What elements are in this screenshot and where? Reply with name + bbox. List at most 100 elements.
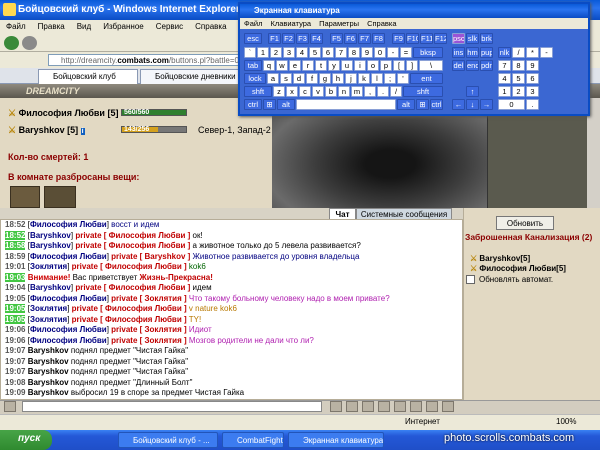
private-tag[interactable]: private [ Философия Любви ] [72, 315, 187, 324]
osk-key[interactable]: lock [244, 73, 266, 84]
osk-key[interactable]: m [351, 86, 363, 97]
osk-key[interactable]: 5 [512, 73, 525, 84]
item-thumb[interactable] [44, 186, 76, 208]
osk-key[interactable]: g [319, 73, 331, 84]
osk-key[interactable]: alt [397, 99, 415, 110]
osk-key[interactable]: e [289, 60, 301, 71]
osk-key[interactable]: d [293, 73, 305, 84]
osk-key[interactable]: ent [410, 73, 443, 84]
osk-key[interactable]: pdn [480, 60, 493, 71]
osk-key[interactable]: c [299, 86, 311, 97]
osk-key[interactable]: 1 [498, 86, 511, 97]
osk-key[interactable]: z [273, 86, 285, 97]
private-tag[interactable]: private [ Философия Любви ] [75, 231, 190, 240]
osk-key[interactable]: n [338, 86, 350, 97]
osk-key[interactable]: / [512, 47, 525, 58]
private-tag[interactable]: private [ Философия Любви ] [75, 283, 190, 292]
osk-menu-help[interactable]: Справка [367, 19, 396, 28]
osk-key[interactable]: 3 [283, 47, 295, 58]
osk-key[interactable]: h [332, 73, 344, 84]
osk-key[interactable]: 4 [296, 47, 308, 58]
smiles-icon[interactable] [346, 401, 358, 412]
osk-key[interactable]: 8 [348, 47, 360, 58]
osk-key[interactable] [296, 99, 396, 110]
chat-mode-icon[interactable] [4, 401, 16, 412]
osk-key[interactable]: ↓ [466, 99, 479, 110]
osk-key[interactable]: psc [452, 33, 465, 44]
info-icon[interactable]: i [80, 128, 85, 135]
sender-name[interactable]: Философия Любви [30, 325, 107, 334]
osk-key[interactable]: r [302, 60, 314, 71]
task-osk[interactable]: Экранная клавиатура [288, 432, 384, 448]
zoom-level[interactable]: 100% [556, 417, 576, 426]
osk-key[interactable]: ⊞ [263, 99, 276, 110]
osk-title[interactable]: Экранная клавиатура [240, 4, 588, 18]
start-button[interactable]: пуск [0, 430, 52, 450]
task-combatfight[interactable]: CombatFight [222, 432, 284, 448]
char-name[interactable]: Философия Любви [19, 108, 105, 118]
osk-key[interactable]: ` [244, 47, 256, 58]
osk-key[interactable]: F4 [310, 33, 323, 44]
clear-icon[interactable] [362, 401, 374, 412]
osk-key[interactable]: F5 [330, 33, 343, 44]
refresh-button[interactable]: Обновить [496, 216, 554, 230]
osk-key[interactable]: → [480, 99, 493, 110]
osk-key[interactable]: o [367, 60, 379, 71]
sender-name[interactable]: Философия Любви [30, 252, 107, 261]
osk-key[interactable]: t [315, 60, 327, 71]
task-ie[interactable]: Бойцовский клуб - ... [118, 432, 218, 448]
osk-key[interactable]: 2 [512, 86, 525, 97]
osk-key[interactable]: pup [480, 47, 493, 58]
osk-key[interactable]: hm [466, 47, 479, 58]
osk-key[interactable]: \ [419, 60, 443, 71]
osk-key[interactable]: [ [393, 60, 405, 71]
menu-view[interactable]: Вид [77, 22, 91, 31]
sender-name[interactable]: Baryshkov [28, 367, 69, 376]
osk-key[interactable]: ] [406, 60, 418, 71]
osk-key[interactable]: 9 [526, 60, 539, 71]
osk-key[interactable]: 3 [526, 86, 539, 97]
osk-key[interactable]: end [466, 60, 479, 71]
osk-key[interactable]: F2 [282, 33, 295, 44]
sender-name[interactable]: Baryshkov [30, 241, 71, 250]
private-tag[interactable]: private [ Baryshkov ] [111, 252, 190, 261]
sender-name[interactable]: Baryshkov [28, 378, 69, 387]
osk-key[interactable]: ' [397, 73, 409, 84]
osk-key[interactable]: ← [452, 99, 465, 110]
send-icon[interactable] [330, 401, 342, 412]
osk-key[interactable]: a [267, 73, 279, 84]
osk-key[interactable]: ↑ [466, 86, 479, 97]
address-input[interactable]: http://dreamcity.combats.com/buttons.pl?… [48, 54, 243, 66]
chat-input[interactable] [22, 401, 322, 412]
osk-key[interactable]: F1 [268, 33, 281, 44]
forward-icon[interactable] [22, 36, 37, 50]
sender-name[interactable]: Baryshkov [28, 346, 69, 355]
osk-key[interactable]: v [312, 86, 324, 97]
osk-key[interactable]: f [306, 73, 318, 84]
osk-key[interactable]: F6 [344, 33, 357, 44]
osk-key[interactable]: = [400, 47, 412, 58]
osk-key[interactable]: 7 [335, 47, 347, 58]
osk-key[interactable]: F12 [434, 33, 447, 44]
menu-edit[interactable]: Правка [38, 22, 65, 31]
sender-name[interactable]: Baryshkov [28, 357, 69, 366]
osk-key[interactable]: shft [403, 86, 443, 97]
osk-key[interactable]: - [540, 47, 553, 58]
private-tag[interactable]: private [ Философия Любви ] [72, 304, 187, 313]
osk-key[interactable]: i [354, 60, 366, 71]
osk-key[interactable]: ctrl [244, 99, 262, 110]
sound-icon[interactable] [410, 401, 422, 412]
exit-icon[interactable] [442, 401, 454, 412]
osk-key[interactable]: bksp [413, 47, 443, 58]
menu-favorites[interactable]: Избранное [103, 22, 144, 31]
osk-menu-settings[interactable]: Параметры [319, 19, 359, 28]
osk-key[interactable]: F9 [392, 33, 405, 44]
sender-name[interactable]: Baryshkov [30, 231, 71, 240]
osk-key[interactable]: / [390, 86, 402, 97]
osk-key[interactable]: nlk [498, 47, 511, 58]
osk-key[interactable]: . [377, 86, 389, 97]
tab-chat[interactable]: Чат [329, 208, 356, 219]
osk-key[interactable]: * [526, 47, 539, 58]
osk-key[interactable]: 9 [361, 47, 373, 58]
private-tag[interactable]: private [ Зоклятия ] [111, 294, 187, 303]
